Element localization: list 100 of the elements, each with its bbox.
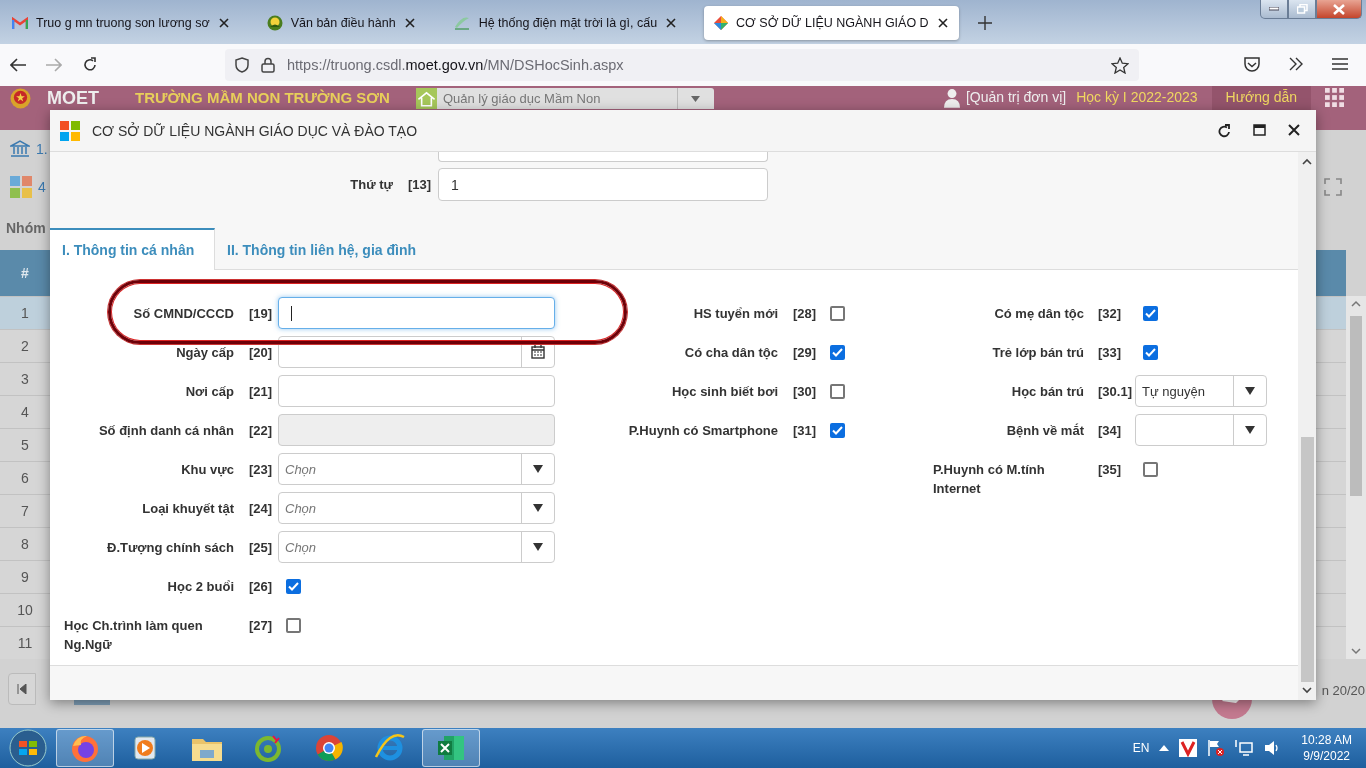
up-arrow-icon[interactable] [1159,745,1170,751]
checkbox[interactable] [286,617,301,633]
taskbar-button[interactable] [422,729,480,767]
calendar-icon[interactable] [531,345,545,359]
tab-close-icon[interactable] [217,17,230,29]
caret-icon [533,465,543,473]
field-label: P.Huynh có Smartphone [628,422,778,440]
restore-button[interactable] [1288,0,1316,19]
round-logo-icon [266,15,283,31]
apps-grid-icon[interactable] [1325,88,1345,107]
row-number[interactable]: 10 [0,593,50,626]
field-code: [23] [249,461,274,479]
field-code: [29] [793,344,818,362]
tab-close-icon[interactable] [403,17,416,29]
field-label: HS tuyển mới [693,305,778,323]
browser-tab[interactable]: Văn bản điều hành [256,6,426,40]
input-field[interactable] [278,297,555,329]
browser-tab[interactable]: CƠ SỞ DỮ LIỆU NGÀNH GIÁO D [704,6,959,40]
star-icon[interactable] [1111,56,1129,74]
clock-time[interactable]: 10:28 AM [1301,733,1352,747]
tiles-icon[interactable] [10,176,32,198]
input-field[interactable]: 1 [438,168,768,201]
language-indicator[interactable]: EN [1132,741,1150,755]
clock-date[interactable]: 9/9/2022 [1303,749,1350,763]
scroll-down-icon[interactable] [1302,687,1312,694]
scrollbar[interactable] [1346,296,1366,659]
first-page-button[interactable] [8,673,36,705]
breadcrumb-text[interactable]: 1. [36,141,48,157]
row-number[interactable]: 1 [0,296,50,329]
scroll-up-icon[interactable] [1302,158,1312,165]
chevrons-icon[interactable] [1288,57,1304,71]
select-field[interactable] [1135,414,1267,446]
pocket-icon[interactable] [1243,57,1261,73]
emblem-icon [10,88,31,109]
tab-close-icon[interactable] [665,17,678,29]
field-label: Ngày cấp [176,344,234,362]
taskbar-button[interactable] [56,729,114,767]
checkbox[interactable] [830,383,845,399]
checkbox[interactable] [286,578,301,594]
field-code: [30.1] [1098,383,1133,401]
v-shield-icon[interactable] [1179,739,1198,757]
tab[interactable]: I. Thông tin cá nhân [50,228,215,270]
shield-icon[interactable] [235,57,249,73]
dialog-title: CƠ SỞ DỮ LIỆU NGÀNH GIÁO DỤC VÀ ĐÀO TẠO [92,122,418,139]
user-icon[interactable] [943,88,960,108]
select-field[interactable]: Chọn [278,453,555,485]
field-code: [33] [1098,344,1123,362]
checkbox[interactable] [830,422,845,438]
row-number[interactable]: 2 [0,329,50,362]
plus-icon[interactable] [977,16,992,30]
table-cell [1316,329,1346,362]
row-number[interactable]: 3 [0,362,50,395]
browser-tab[interactable]: Truo g mn truong son lương sơ [2,6,240,40]
select-field[interactable]: Tự nguyện [1135,375,1267,407]
bank-icon[interactable] [10,140,30,158]
input-field[interactable] [438,152,768,162]
select-field[interactable]: Chọn [278,531,555,563]
minimize-button[interactable] [1260,0,1288,19]
back-icon[interactable] [10,58,26,72]
scrollbar[interactable] [1298,152,1316,700]
table-cell [1316,494,1346,527]
select-field[interactable]: Chọn [278,492,555,524]
checkbox[interactable] [830,305,845,321]
row-number[interactable]: 5 [0,428,50,461]
address-field[interactable]: https://truong.csdl.moet.gov.vn/MN/DSHocSinh.aspx [225,49,1139,81]
network-icon[interactable] [1235,739,1254,757]
field-code: [20] [249,344,274,362]
menu-icon[interactable] [1332,57,1348,71]
leaf-logo-icon [452,15,471,31]
row-number[interactable]: 4 [0,395,50,428]
start-button[interactable] [8,729,48,767]
caret-icon [533,543,543,551]
browser-tab[interactable]: Hệ thống điện mặt trời là gì, cấu [442,6,688,40]
checkbox[interactable] [830,344,845,360]
checkbox[interactable] [1143,305,1158,321]
module-select[interactable]: Quản lý giáo dục Mầm Non [415,88,714,109]
flag-icon[interactable] [1207,739,1226,757]
tab[interactable]: II. Thông tin liên hệ, gia đình [215,228,432,270]
spreadsheet-icon [436,734,466,762]
row-number[interactable]: 11 [0,626,50,659]
caret-icon [691,95,701,102]
scroll-up-icon[interactable] [1351,300,1361,307]
input-field[interactable] [278,375,555,407]
field-label: Học bán trú [1011,383,1084,401]
row-number[interactable]: 6 [0,461,50,494]
field-code: [30] [793,383,818,401]
lock-icon[interactable] [261,57,275,73]
ring-logo-icon [253,733,283,763]
reload-icon[interactable] [82,57,98,73]
table-cell [1316,527,1346,560]
field-label: Số CMND/CCCD [133,305,234,323]
tab-close-icon[interactable] [936,17,949,29]
row-number[interactable]: 9 [0,560,50,593]
checkbox[interactable] [1143,344,1158,360]
checkbox[interactable] [1143,461,1158,477]
refresh-button[interactable] [1216,121,1233,140]
scroll-down-icon[interactable] [1351,648,1361,655]
row-number[interactable]: 8 [0,527,50,560]
row-number[interactable]: 7 [0,494,50,527]
field-label: Số định danh cá nhân [98,422,234,440]
